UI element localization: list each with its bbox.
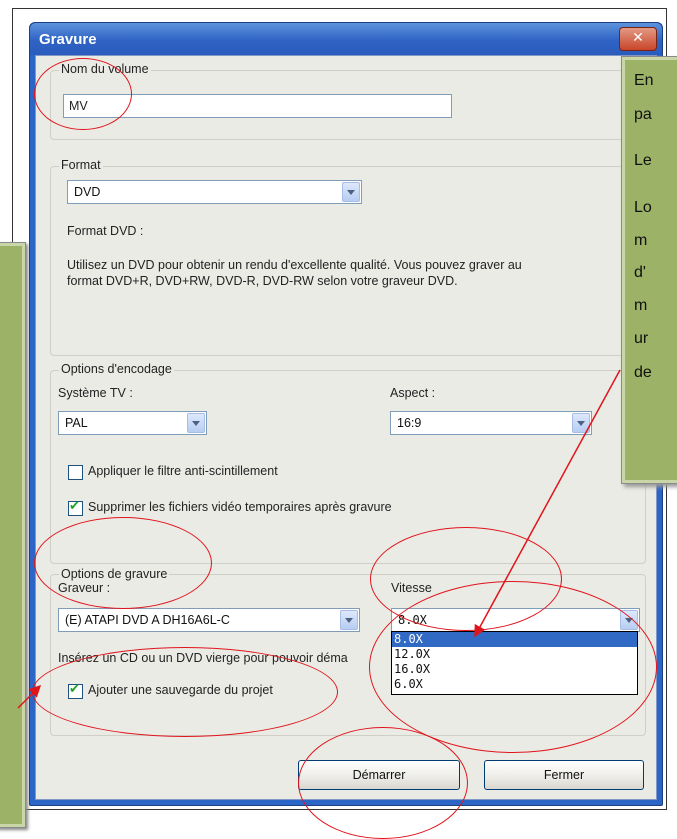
annotation-arrows [17,369,621,709]
arrow-to-speed-option [474,369,621,638]
arrow-to-backup-checkbox [17,684,42,709]
